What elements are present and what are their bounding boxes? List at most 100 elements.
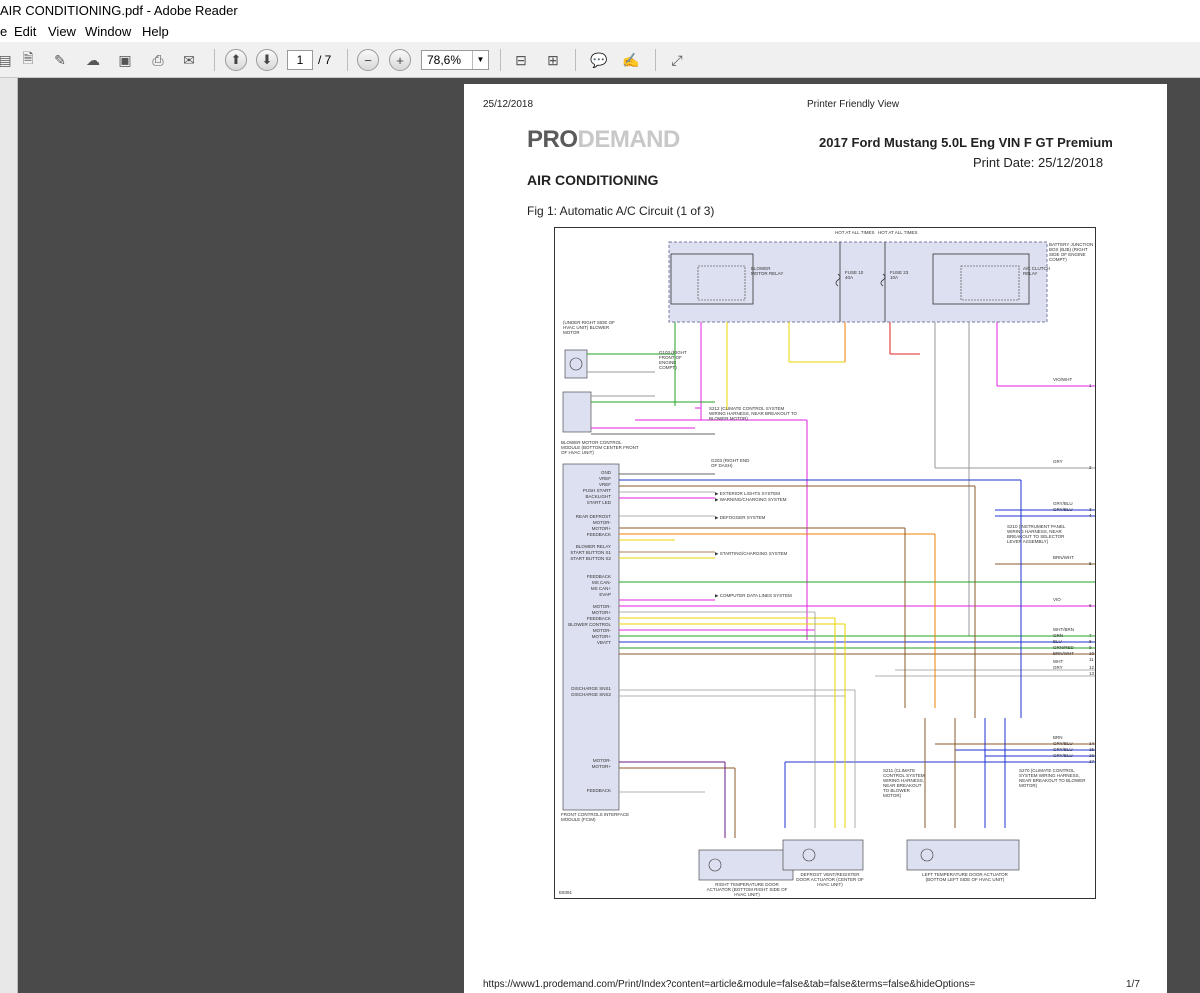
- fcim-pin-label: DISCHARGE SNS1: [571, 686, 611, 691]
- right-wire-number: 2: [1089, 465, 1092, 470]
- prodemand-logo: PRODEMAND: [527, 126, 680, 153]
- right-wire-label: GRY/BLU: [1053, 741, 1073, 746]
- right-temp-actuator: [698, 849, 794, 881]
- fcim-pin-label: FEEDBACK: [586, 574, 611, 579]
- right-wire-number: 8: [1089, 639, 1092, 644]
- edit-icon[interactable]: ✎: [49, 49, 71, 71]
- fcim-pin-label: VREF: [598, 476, 611, 481]
- comment-icon[interactable]: 💬: [588, 49, 610, 71]
- right-wire-label: GRY/BLU: [1053, 501, 1073, 506]
- g203-label: G203 (RIGHT END OF DASH): [711, 458, 750, 468]
- menu-bar: e Edit View Window Help: [0, 22, 1200, 42]
- right-wire-label: GRY/BLU: [1053, 753, 1073, 758]
- fcim-pin-label: FEEDBACK: [586, 532, 611, 537]
- right-wire-label: BRN/WHT: [1053, 555, 1074, 560]
- fcim-pin-label: MS CAN-: [592, 580, 611, 585]
- fcim-pin-label: EVAP: [599, 592, 611, 597]
- fullscreen-icon[interactable]: ⤢: [666, 49, 688, 71]
- defrost-actuator: [782, 839, 864, 871]
- highlight-icon[interactable]: ✍: [620, 49, 642, 71]
- right-wire-label: WHT: [1053, 659, 1064, 664]
- print-icon[interactable]: ⎙: [147, 49, 169, 71]
- fcim-pin-label: DISCHARGE SNS2: [571, 692, 611, 697]
- fit-width-icon[interactable]: ⊞: [542, 49, 564, 71]
- next-page-icon[interactable]: ⬇: [256, 49, 278, 71]
- zoom-select[interactable]: 78,6% ▼: [421, 50, 489, 70]
- fit-page-icon[interactable]: ⊟: [510, 49, 532, 71]
- save-icon[interactable]: ▣: [114, 49, 136, 71]
- fcim-pin-label: REAR DEFROST: [575, 514, 611, 519]
- toolbar-separator: [500, 49, 501, 71]
- menu-view[interactable]: View: [48, 24, 76, 39]
- right-wire-number: 11: [1089, 657, 1094, 662]
- create-pdf-icon[interactable]: 🗎: [17, 49, 39, 71]
- menu-file-fragment[interactable]: e: [0, 24, 7, 39]
- fcim-pin-label: BLOWER CONTROL: [568, 622, 611, 627]
- navigation-panel[interactable]: [0, 78, 18, 993]
- system-reference-label: ▶ STARTING/CHARGING SYSTEM: [715, 551, 788, 556]
- g103-label: G103 (RIGHT FRONT OF ENGINE COMPT): [659, 350, 687, 370]
- s270-label: S270 (CLIMATE CONTROL SYSTEM WIRING HARN…: [1019, 768, 1086, 788]
- fcim-pin-label: MOTOR-: [592, 628, 611, 633]
- open-icon[interactable]: ▤: [0, 49, 16, 71]
- pdf-page: 25/12/2018 Printer Friendly View PRODEMA…: [464, 84, 1167, 993]
- right-wire-number: 14: [1089, 741, 1095, 746]
- page-total: / 7: [318, 53, 332, 67]
- blower-relay-label: BLOWER MOTOR RELAY: [751, 266, 784, 276]
- chevron-down-icon[interactable]: ▼: [472, 51, 488, 69]
- fcim-label: FRONT CONTROLS INTERFACE MODULE (FCIM): [561, 812, 630, 822]
- vehicle-title: 2017 Ford Mustang 5.0L Eng VIN F GT Prem…: [819, 135, 1113, 150]
- right-wire-number: 13: [1089, 671, 1095, 676]
- right-wire-number: 5: [1089, 561, 1092, 566]
- fcim-pin-label: MOTOR+: [591, 526, 611, 531]
- s210-label: S210 (INSTRUMENT PANEL WIRING HARNESS, N…: [1007, 524, 1066, 544]
- footer-page: 1/7: [1126, 979, 1140, 990]
- page-number-input[interactable]: 1: [287, 50, 313, 70]
- previous-page-icon[interactable]: ⬆: [225, 49, 247, 71]
- zoom-in-icon[interactable]: +: [389, 49, 411, 71]
- fcim-pin-label: START LED: [586, 500, 611, 505]
- ac-clutch-relay-label: A/C CLUTCH RELAY: [1023, 266, 1051, 276]
- fcim-pin-label: MOTOR+: [591, 634, 611, 639]
- fcim-pin-label: START BUTTON S1: [570, 550, 611, 555]
- right-wire-label: WHT/BRN: [1053, 627, 1074, 632]
- fcim-pin-label: BACKLIGHT: [585, 494, 611, 499]
- wiring-diagram-svg: [562, 241, 1095, 881]
- fcim-pin-label: FEEDBACK: [586, 788, 611, 793]
- right-wire-label: BRN: [1053, 735, 1063, 740]
- right-wire-number: 15: [1089, 747, 1095, 752]
- upload-icon[interactable]: ☁: [82, 49, 104, 71]
- right-wire-number: 17: [1089, 759, 1095, 764]
- fcim-pin-label: START BUTTON S2: [570, 556, 611, 561]
- s212-label: S212 (CLIMATE CONTROL SYSTEM WIRING HARN…: [709, 406, 798, 421]
- right-wire-number: 1: [1089, 383, 1092, 388]
- right-wire-number: 9: [1089, 645, 1092, 650]
- menu-edit[interactable]: Edit: [14, 24, 36, 39]
- figure-id: E8391: [559, 890, 573, 895]
- menu-help[interactable]: Help: [142, 24, 169, 39]
- bjb-label: BATTERY JUNCTION BOX (BJB) (RIGHT SIDE O…: [1049, 242, 1094, 262]
- right-wire-label: GRY/BLU: [1053, 507, 1073, 512]
- right-wire-label: GRY/BLU: [1053, 747, 1073, 752]
- right-wire-number: 4: [1089, 513, 1092, 518]
- footer-url[interactable]: https://www1.prodemand.com/Print/Index?c…: [483, 979, 975, 990]
- menu-window[interactable]: Window: [85, 24, 131, 39]
- fcim-pin-label: FEEDBACK: [586, 616, 611, 621]
- zoom-out-icon[interactable]: −: [357, 49, 379, 71]
- fcim-pin-label: PUSH START: [582, 488, 611, 493]
- toolbar-separator: [655, 49, 656, 71]
- right-wire-label: BRN/WHT: [1053, 651, 1074, 656]
- blower-motor-symbol: [564, 349, 588, 379]
- section-title: AIR CONDITIONING: [527, 172, 659, 188]
- right-wire-label: GRY: [1053, 665, 1063, 670]
- email-icon[interactable]: ✉: [178, 49, 200, 71]
- fcim-pin-label: MOTOR-: [592, 604, 611, 609]
- blower-module-label: BLOWER MOTOR CONTROL MODULE (BOTTOM CENT…: [561, 440, 639, 455]
- fcim-pin-label: MOTOR+: [591, 764, 611, 769]
- toolbar-separator: [347, 49, 348, 71]
- right-wire-number: 16: [1089, 753, 1095, 758]
- right-wire-number: 12: [1089, 665, 1095, 670]
- right-wire-number: 6: [1089, 603, 1092, 608]
- blower-module-symbol: [562, 391, 592, 433]
- fcim-pin-label: GND: [601, 470, 611, 475]
